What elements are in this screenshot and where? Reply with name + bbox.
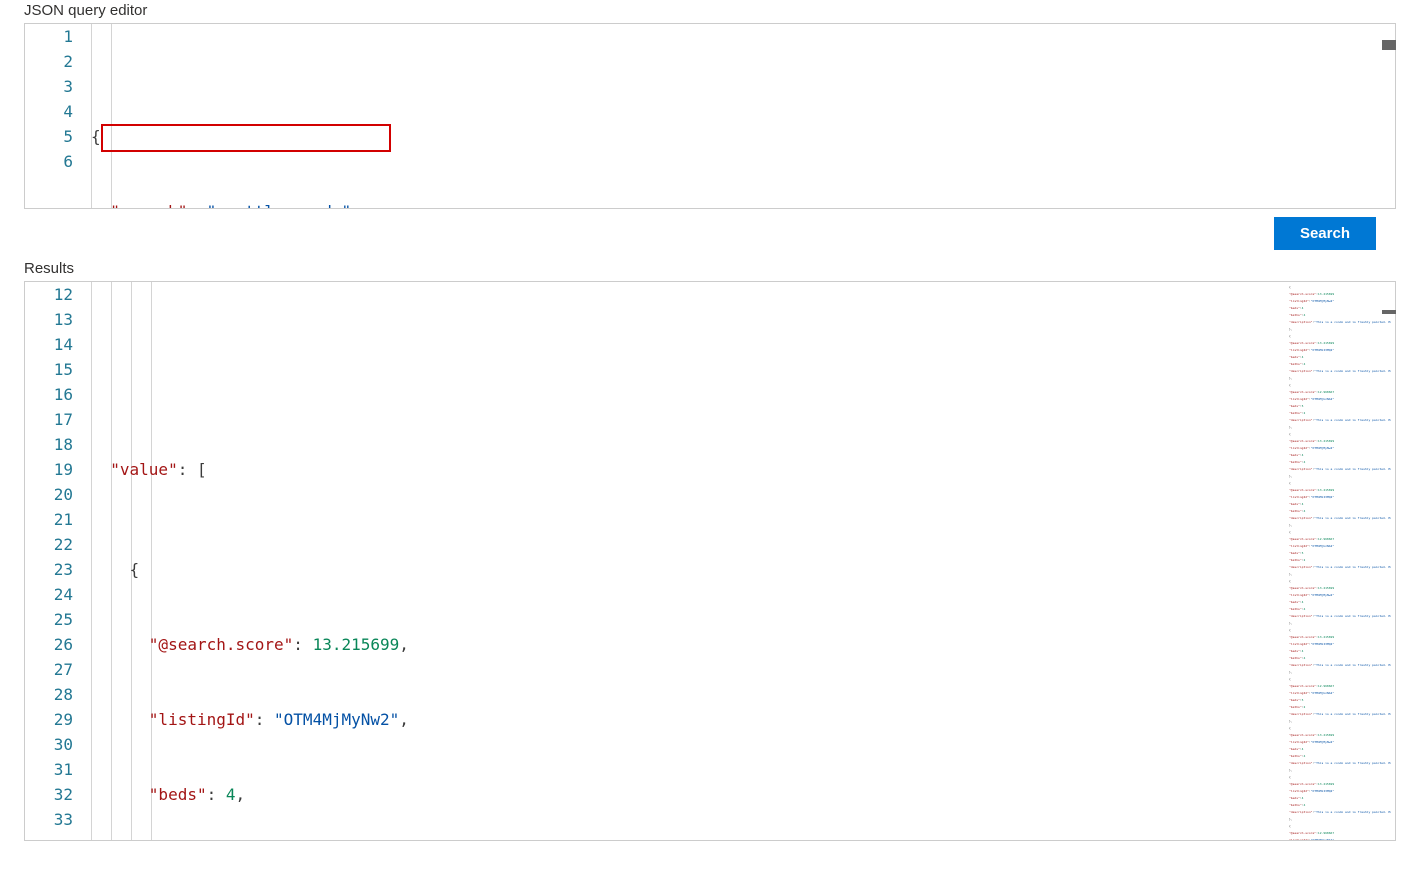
line-number: 26 [25,632,73,657]
editor-scrollbar-marker[interactable] [1382,40,1396,50]
results-scrollbar-marker[interactable] [1382,310,1396,314]
line-number: 20 [25,482,73,507]
code-line: "value": [ [91,457,1285,482]
line-number: 4 [25,99,73,124]
query-editor-panel[interactable]: 1 2 3 4 5 6 { "search": "seattle condo",… [24,23,1396,209]
line-number: 18 [25,432,73,457]
code-line[interactable]: { [91,124,1395,149]
minimap[interactable]: { "@search.score":13.215699 "listingId":… [1285,282,1395,840]
line-number: 2 [25,49,73,74]
line-number: 1 [25,24,73,49]
line-number: 13 [25,307,73,332]
line-number: 30 [25,732,73,757]
line-number: 17 [25,407,73,432]
line-number: 31 [25,757,73,782]
results-gutter: 12 13 14 15 16 17 18 19 20 21 22 23 24 2… [25,282,91,840]
editor-gutter: 1 2 3 4 5 6 [25,24,91,208]
line-number: 3 [25,74,73,99]
code-line: "@search.score": 13.215699, [91,632,1285,657]
editor-code[interactable]: { "search": "seattle condo", "count": tr… [91,24,1395,208]
code-line: "beds": 4, [91,782,1285,807]
line-number: 16 [25,382,73,407]
line-number: 27 [25,657,73,682]
code-line: "listingId": "OTM4MjMyNw2", [91,707,1285,732]
code-line[interactable]: "search": "seattle condo", [91,199,1395,208]
line-number: 5 [25,124,73,149]
search-button[interactable]: Search [1274,217,1376,250]
line-number: 12 [25,282,73,307]
code-line: { [91,557,1285,582]
action-row: Search [0,209,1420,258]
line-number: 33 [25,807,73,832]
line-number: 24 [25,582,73,607]
results-code[interactable]: "value": [ { "@search.score": 13.215699,… [91,282,1285,840]
results-panel[interactable]: 12 13 14 15 16 17 18 19 20 21 22 23 24 2… [24,281,1396,841]
line-number: 19 [25,457,73,482]
line-number: 14 [25,332,73,357]
line-number: 21 [25,507,73,532]
line-number: 15 [25,357,73,382]
line-number: 32 [25,782,73,807]
line-number: 25 [25,607,73,632]
line-number: 29 [25,707,73,732]
line-number: 28 [25,682,73,707]
line-number: 22 [25,532,73,557]
line-number: 6 [25,149,73,174]
editor-section-label: JSON query editor [0,0,1420,23]
results-section-label: Results [0,258,1420,281]
line-number: 23 [25,557,73,582]
